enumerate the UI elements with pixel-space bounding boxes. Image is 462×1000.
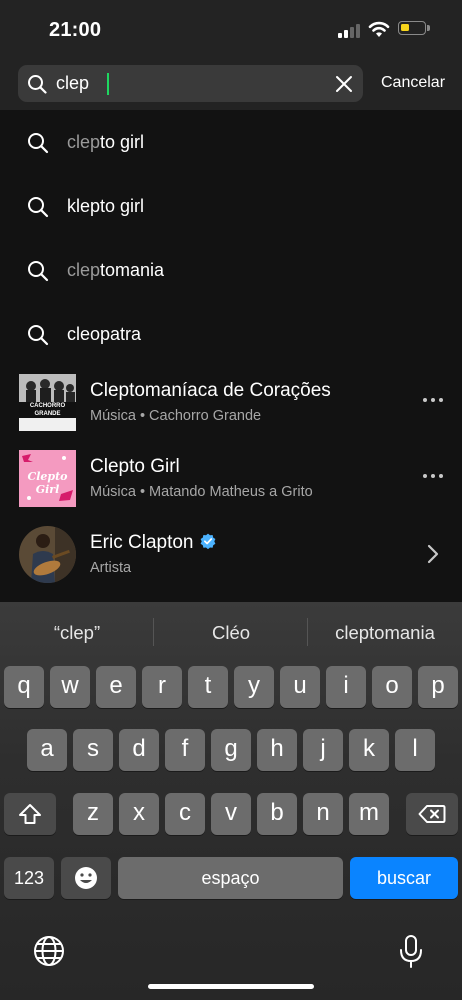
artist-avatar	[19, 526, 76, 583]
search-input[interactable]	[56, 71, 326, 95]
key-e[interactable]: e	[96, 666, 136, 708]
key-l[interactable]: l	[395, 729, 435, 771]
album-cover: Clepto Girl	[19, 450, 76, 507]
result-subtitle: Música • Cachorro Grande	[90, 408, 262, 424]
result-track[interactable]: CACHORRO GRANDE Cleptomaníaca de Coraçõe…	[0, 374, 462, 450]
key-p[interactable]: p	[418, 666, 458, 708]
search-header: Cancelar	[0, 58, 462, 110]
suggestion-rest: cleopatra	[67, 324, 142, 344]
result-subtitle: Artista	[90, 560, 132, 576]
search-icon	[28, 75, 47, 94]
result-artist[interactable]: Eric Clapton Artista	[0, 526, 462, 602]
prediction-literal[interactable]: “clep”	[0, 622, 154, 644]
result-track[interactable]: Clepto Girl Clepto Girl Música • Matando…	[0, 450, 462, 526]
suggestion-row[interactable]: cleptomania	[0, 238, 462, 302]
status-bar: 21:00	[0, 0, 462, 58]
result-title: Clepto Girl	[90, 456, 180, 477]
key-j[interactable]: j	[303, 729, 343, 771]
predictive-bar: “clep” Cléo cleptomania	[0, 602, 462, 662]
key-k[interactable]: k	[349, 729, 389, 771]
clear-search-icon[interactable]	[332, 72, 356, 96]
search-icon	[28, 325, 49, 346]
microphone-icon[interactable]	[398, 934, 424, 970]
key-r[interactable]: r	[142, 666, 182, 708]
key-d[interactable]: d	[119, 729, 159, 771]
text-caret	[107, 73, 109, 95]
search-icon	[28, 261, 49, 282]
suggestion-row[interactable]: clepto girl	[0, 110, 462, 174]
status-time: 21:00	[49, 19, 102, 41]
key-u[interactable]: u	[280, 666, 320, 708]
chevron-right-icon[interactable]	[426, 543, 440, 565]
album-cover-text: Clepto Girl	[27, 470, 68, 496]
key-n[interactable]: n	[303, 793, 343, 835]
key-b[interactable]: b	[257, 793, 297, 835]
home-indicator	[148, 984, 314, 989]
wifi-icon	[368, 21, 390, 37]
key-m[interactable]: m	[349, 793, 389, 835]
key-y[interactable]: y	[234, 666, 274, 708]
suggestion-rest: klepto girl	[67, 196, 145, 216]
key-s[interactable]: s	[73, 729, 113, 771]
prediction-suggestion[interactable]: cleptomania	[308, 622, 462, 644]
emoji-key[interactable]	[61, 857, 111, 899]
key-w[interactable]: w	[50, 666, 90, 708]
search-box[interactable]	[18, 65, 363, 102]
search-icon	[28, 197, 49, 218]
suggestion-rest: to girl	[100, 132, 145, 152]
key-v[interactable]: v	[211, 793, 251, 835]
suggestion-match: clep	[67, 132, 101, 152]
result-title: Eric Clapton	[90, 532, 194, 553]
verified-badge-icon	[200, 533, 215, 549]
more-options-icon[interactable]	[421, 472, 445, 480]
album-cover-text: CACHORRO GRANDE	[19, 402, 76, 418]
album-cover: CACHORRO GRANDE	[19, 374, 76, 431]
key-i[interactable]: i	[326, 666, 366, 708]
prediction-suggestion[interactable]: Cléo	[154, 622, 308, 644]
key-g[interactable]: g	[211, 729, 251, 771]
suggestion-row[interactable]: klepto girl	[0, 174, 462, 238]
shift-key[interactable]	[4, 793, 56, 835]
key-c[interactable]: c	[165, 793, 205, 835]
search-key[interactable]: buscar	[350, 857, 458, 899]
search-icon	[28, 133, 49, 154]
globe-icon[interactable]	[33, 935, 65, 967]
keyboard: “clep” Cléo cleptomania q w e r t y u i …	[0, 602, 462, 1000]
suggestion-rest: tomania	[100, 260, 165, 280]
backspace-key[interactable]	[406, 793, 458, 835]
key-f[interactable]: f	[165, 729, 205, 771]
shift-icon	[19, 804, 41, 824]
key-x[interactable]: x	[119, 793, 159, 835]
cancel-button[interactable]: Cancelar	[381, 74, 445, 92]
result-subtitle: Música • Matando Matheus a Grito	[90, 484, 313, 500]
key-a[interactable]: a	[27, 729, 67, 771]
key-o[interactable]: o	[372, 666, 412, 708]
key-t[interactable]: t	[188, 666, 228, 708]
backspace-icon	[418, 805, 446, 823]
cellular-signal-icon	[338, 24, 362, 38]
suggestion-match: clep	[67, 260, 101, 280]
result-title: Cleptomaníaca de Corações	[90, 380, 331, 401]
key-q[interactable]: q	[4, 666, 44, 708]
key-z[interactable]: z	[73, 793, 113, 835]
space-key[interactable]: espaço	[118, 857, 343, 899]
numbers-key[interactable]: 123	[4, 857, 54, 899]
key-h[interactable]: h	[257, 729, 297, 771]
more-options-icon[interactable]	[421, 396, 445, 404]
battery-icon	[398, 21, 426, 35]
suggestion-row[interactable]: cleopatra	[0, 302, 462, 366]
emoji-icon	[75, 867, 97, 889]
